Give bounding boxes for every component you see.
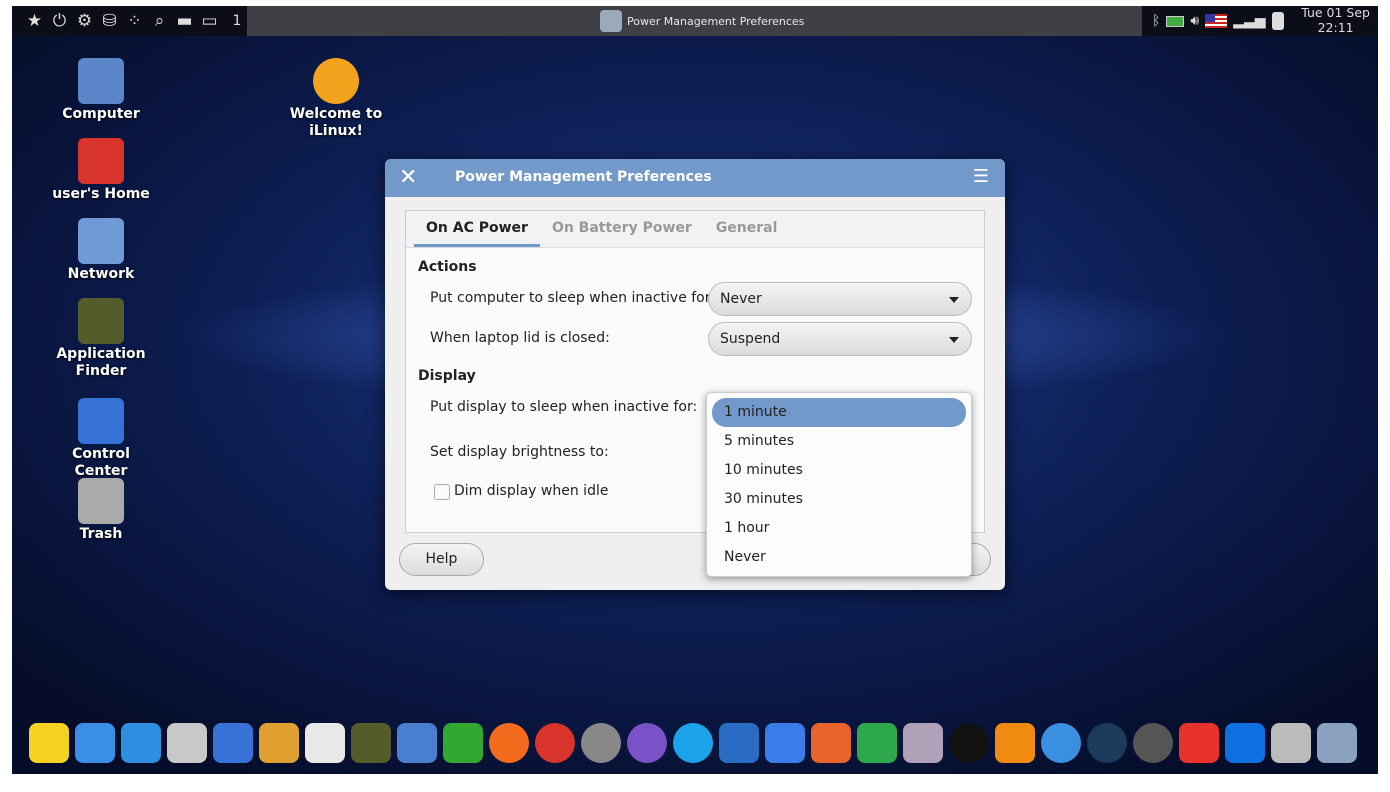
file-cabinet-icon[interactable] [167,723,207,763]
workspace-switcher[interactable]: 1 [227,6,247,36]
window-icon[interactable] [121,723,161,763]
writer-icon[interactable] [765,723,805,763]
help-button[interactable]: Help [399,543,484,576]
dim-label: Dim display when idle [454,483,609,499]
display-heading: Display [418,368,476,384]
dropdown-option[interactable]: 10 minutes [712,456,966,485]
tab-ac-power[interactable]: On AC Power [414,211,540,247]
removable-icon[interactable] [1317,723,1357,763]
dropdown-option[interactable]: Never [712,543,966,572]
thunderbird-icon[interactable] [719,723,759,763]
star-icon[interactable]: ★ [24,11,45,31]
search-icon[interactable]: ⌕ [149,11,170,31]
dropdown-option[interactable]: 1 minute [712,398,966,427]
disk-pro-icon[interactable] [581,723,621,763]
home-icon [78,138,124,184]
desktop-icon-app-finder[interactable]: Application Finder [46,298,156,380]
volume-icon[interactable]: 🔊︎ [1190,13,1199,29]
panel-launchers: ★ ⏻ ⚙ ⛁ ⁘ ⌕ ▬ ▭ [12,6,227,36]
dropdown-option[interactable]: 30 minutes [712,485,966,514]
lid-label: When laptop lid is closed: [430,330,610,346]
dropdown-option[interactable]: 1 hour [712,514,966,543]
keyboard-layout-flag-icon[interactable] [1205,14,1228,28]
desktop-icon-computer[interactable]: Computer [46,58,156,123]
battery-icon[interactable] [1166,15,1185,27]
show-desktop-icon[interactable]: ▭ [199,11,220,31]
clipboard-icon[interactable] [1271,12,1284,30]
steam-icon[interactable] [1087,723,1127,763]
display-sleep-dropdown: 1 minute 5 minutes 10 minutes 30 minutes… [706,392,972,577]
close-icon[interactable]: ✕ [399,165,417,190]
sun-icon [313,58,359,104]
taskbar-window-title: Power Management Preferences [627,14,805,28]
network-icon [78,218,124,264]
firefox-icon[interactable] [489,723,529,763]
control-center-icon[interactable] [213,723,253,763]
apps-grid-icon[interactable]: ⁘ [124,11,145,31]
binoculars-icon[interactable]: ⛁ [99,11,120,31]
chrome-icon[interactable] [535,723,575,763]
settings-toggle-icon[interactable]: ⚙ [74,11,95,31]
top-panel: ★ ⏻ ⚙ ⛁ ⁘ ⌕ ▬ ▭ 1 Power Management Preferences … [12,6,1378,36]
binoculars-icon[interactable] [351,723,391,763]
image-viewer-icon[interactable] [903,723,943,763]
brightness-label: Set display brightness to: [430,444,609,460]
presentation-icon[interactable] [811,723,851,763]
tab-battery-power[interactable]: On Battery Power [540,211,704,247]
dialog-title: Power Management Preferences [455,169,712,185]
power-manager-icon [600,10,622,32]
actions-heading: Actions [418,259,477,275]
computer-icon [78,58,124,104]
lid-combo[interactable]: Suspend [708,322,972,356]
system-tray: ᛒ 🔊︎ ▂▃▅ Tue 01 Sep 22:11 [1142,6,1378,36]
dock [12,712,1378,774]
toggle-icon [78,398,124,444]
sleep-combo[interactable]: Never [708,282,972,316]
desktop-icon-home[interactable]: user's Home [46,138,156,203]
pipe-icon[interactable] [443,723,483,763]
apps-icon[interactable] [75,723,115,763]
spreadsheet-icon[interactable] [857,723,897,763]
taskbar-window-button[interactable]: Power Management Preferences [600,6,804,36]
palette-icon[interactable] [259,723,299,763]
anydesk-icon[interactable] [1179,723,1219,763]
display-sleep-label: Put display to sleep when inactive for: [430,399,698,415]
folder-icon[interactable]: ▬ [174,11,195,31]
rocket-icon[interactable] [397,723,437,763]
title-bar: ✕ Power Management Preferences ☰ [385,159,1005,197]
trash-icon [78,478,124,524]
viber-icon[interactable] [627,723,667,763]
binoculars-icon [78,298,124,344]
dim-checkbox[interactable] [434,484,450,500]
favorites-icon[interactable] [29,723,69,763]
sleep-label: Put computer to sleep when inactive for: [430,290,715,306]
dropdown-option[interactable]: 5 minutes [712,427,966,456]
timeshift-icon[interactable] [1133,723,1173,763]
clock[interactable]: Tue 01 Sep 22:11 [1301,6,1370,35]
amazon-icon[interactable] [949,723,989,763]
menu-icon[interactable]: ☰ [973,166,989,187]
trash-icon[interactable] [1271,723,1311,763]
tab-general[interactable]: General [704,211,790,247]
skype-icon[interactable] [673,723,713,763]
desktop-icon-network[interactable]: Network [46,218,156,283]
desktop-icon-control-center[interactable]: Control Center [46,398,156,480]
desktop-icon-trash[interactable]: Trash [46,478,156,543]
bluetooth-icon[interactable]: ᛒ [1152,13,1160,29]
qbittorrent-icon[interactable] [1041,723,1081,763]
store-icon[interactable] [305,723,345,763]
desktop-icon-welcome[interactable]: Welcome to iLinux! [281,58,391,140]
signal-icon[interactable]: ▂▃▅ [1233,13,1265,29]
power-icon[interactable]: ⏻ [49,11,70,31]
vlc-icon[interactable] [995,723,1035,763]
teamviewer-icon[interactable] [1225,723,1265,763]
